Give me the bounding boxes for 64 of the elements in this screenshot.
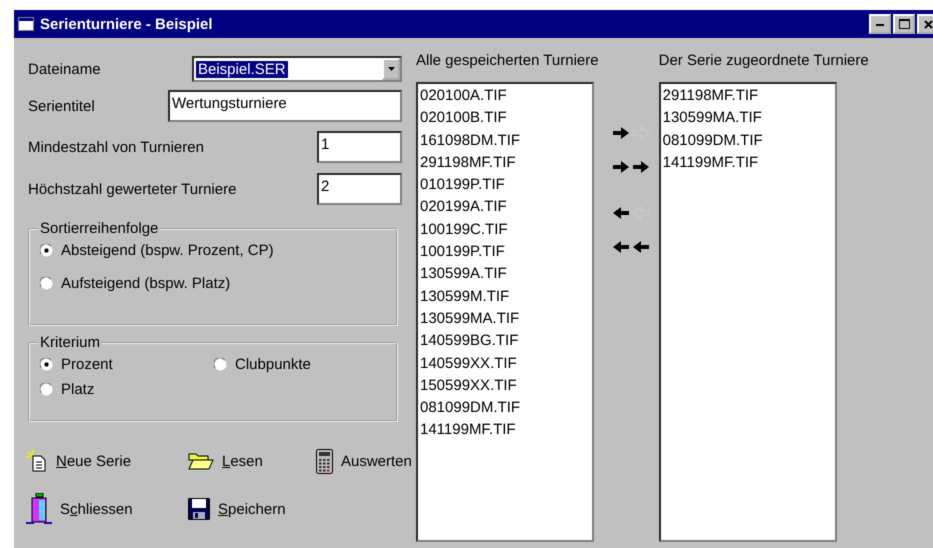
maximize-button[interactable] xyxy=(893,14,915,34)
minimize-button[interactable] xyxy=(869,14,891,34)
list-item[interactable]: 100199P.TIF xyxy=(420,241,590,264)
window-title: Serienturniere - Beispiel xyxy=(40,16,213,32)
list-item[interactable]: 140599BG.TIF xyxy=(420,330,590,353)
field-label: Mindestzahl von Turnieren xyxy=(28,138,204,156)
list-item[interactable]: 020100B.TIF xyxy=(420,107,590,130)
minimize-icon xyxy=(876,22,884,26)
list-item[interactable]: 161098DM.TIF xyxy=(420,130,590,152)
toolbar-button[interactable]: Lesen xyxy=(188,444,316,478)
input-field[interactable]: Wertungsturniere xyxy=(168,90,402,122)
radio-option[interactable]: Clubpunkte xyxy=(214,356,386,373)
double-arrow-left-icon xyxy=(612,240,652,254)
radio-button[interactable] xyxy=(214,358,227,371)
list-item[interactable]: 141199MF.TIF xyxy=(662,152,833,174)
list-item[interactable]: 291198MF.TIF xyxy=(662,85,833,108)
radio-button[interactable] xyxy=(40,244,53,257)
toolbar-button[interactable]: Auswerten xyxy=(316,444,412,478)
file-name-dropdown[interactable]: Beispiel.SER xyxy=(192,56,402,82)
folder-icon xyxy=(188,452,214,470)
toolbar-button[interactable]: Neue Serie xyxy=(26,444,188,478)
radio-button[interactable] xyxy=(40,358,53,371)
list-item[interactable]: 130599MA.TIF xyxy=(662,107,833,130)
calculator-icon xyxy=(316,448,333,474)
list-heading: Alle gespeicherten Turniere xyxy=(416,52,599,71)
radio-option[interactable]: Absteigend (bspw. Prozent, CP) xyxy=(40,242,386,259)
group-title: Sortierreihenfolge xyxy=(38,220,160,237)
new-document-icon xyxy=(26,450,48,472)
input-field[interactable]: 1 xyxy=(317,131,402,163)
input-field[interactable]: 2 xyxy=(317,173,402,205)
list-item[interactable]: 020199A.TIF xyxy=(420,196,590,219)
list-item[interactable]: 130599M.TIF xyxy=(420,286,590,308)
list-item[interactable]: 020100A.TIF xyxy=(420,85,590,108)
radio-button[interactable] xyxy=(40,277,53,290)
dropdown-button[interactable] xyxy=(382,58,400,80)
list-item[interactable]: 140599XX.TIF xyxy=(420,352,590,375)
toolbar-button[interactable]: Speichern xyxy=(188,492,316,526)
list-item[interactable]: 130599A.TIF xyxy=(420,263,590,286)
maximize-icon xyxy=(898,19,910,29)
list-item[interactable]: 130599MA.TIF xyxy=(420,308,590,330)
list-item[interactable]: 291198MF.TIF xyxy=(420,152,590,174)
list-item[interactable]: 081099DM.TIF xyxy=(420,397,590,420)
close-button[interactable] xyxy=(917,14,933,34)
radio-button[interactable] xyxy=(40,383,53,396)
radio-option[interactable]: Platz xyxy=(40,381,214,398)
field-label: Serientitel xyxy=(28,98,95,114)
arrow-left-icon xyxy=(612,206,652,220)
list-item[interactable]: 150599XX.TIF xyxy=(420,374,590,398)
field-label: Dateiname xyxy=(28,60,101,78)
toolbar-button[interactable]: Schliessen xyxy=(26,492,188,526)
window-icon xyxy=(18,17,34,31)
field-label: Höchstzahl gewerteter Turniere xyxy=(28,180,236,198)
list-item[interactable]: 100199C.TIF xyxy=(420,218,590,242)
list-item[interactable]: 081099DM.TIF xyxy=(662,130,833,152)
list-heading: Der Serie zugeordnete Turniere xyxy=(658,52,869,71)
list-item[interactable]: 141199MF.TIF xyxy=(420,419,590,442)
dropdown-value: Beispiel.SER xyxy=(196,60,288,78)
close-icon xyxy=(924,20,932,28)
door-icon xyxy=(26,493,52,525)
radio-option[interactable]: Prozent xyxy=(40,356,214,373)
arrow-right-icon xyxy=(612,126,652,140)
caret-icon xyxy=(388,67,394,71)
radio-option[interactable]: Aufsteigend (bspw. Platz) xyxy=(40,275,386,292)
list-item[interactable]: 010199P.TIF xyxy=(420,174,590,196)
